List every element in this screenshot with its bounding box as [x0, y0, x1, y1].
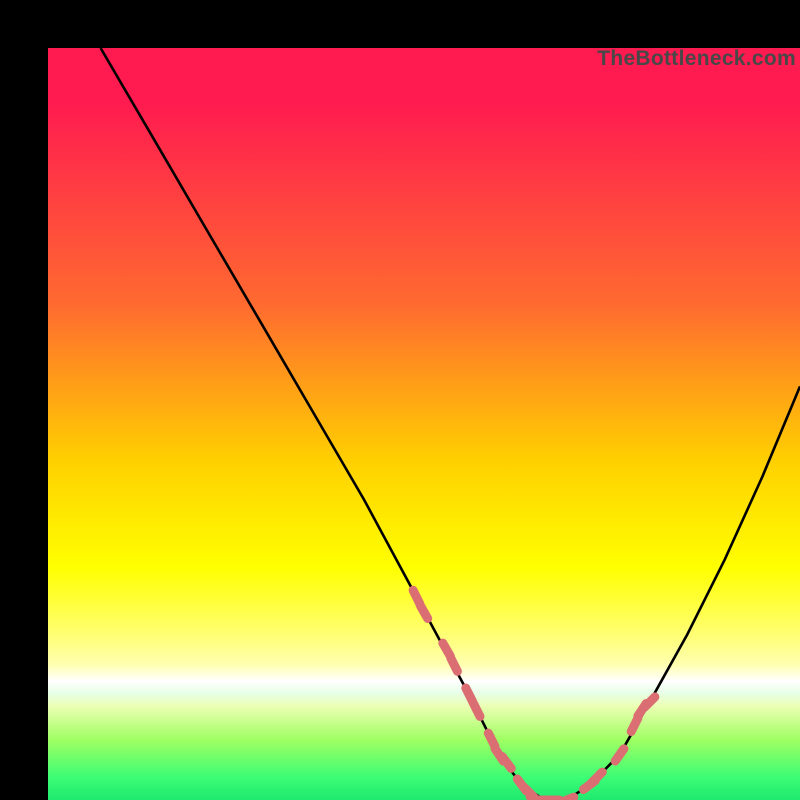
chart-plot-area: TheBottleneck.com	[48, 48, 800, 800]
bottleneck-curve	[101, 48, 800, 800]
marker-dash	[420, 606, 427, 619]
chart-frame: TheBottleneck.com	[0, 0, 800, 800]
marker-dash	[644, 697, 655, 708]
chart-svg	[48, 48, 800, 800]
marker-dash	[451, 658, 458, 671]
curve-path	[101, 48, 800, 800]
marker-dash	[615, 749, 624, 761]
marker-group	[413, 590, 655, 800]
marker-dash	[473, 703, 480, 716]
marker-dash	[502, 756, 511, 768]
marker-dash	[592, 772, 603, 783]
